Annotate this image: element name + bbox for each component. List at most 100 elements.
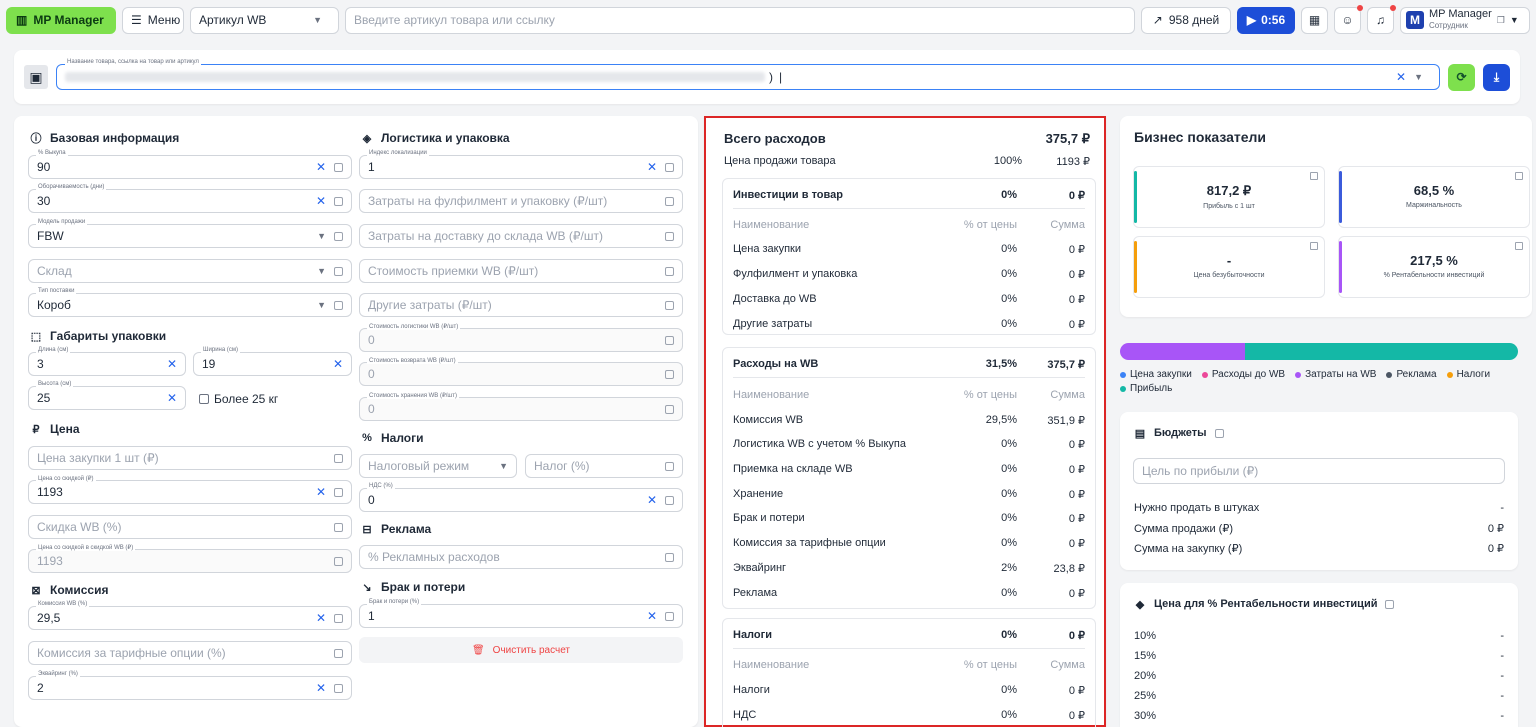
alerts-button[interactable]: ♫: [1367, 4, 1396, 34]
purchase-price-field[interactable]: Цена закупки 1 шт (₽): [28, 446, 352, 470]
table-row: Брак и потери 0% 0 ₽: [733, 512, 1085, 525]
warehouse-select[interactable]: Склад ▼: [28, 259, 352, 283]
legend-label: Расходы до WB: [1211, 369, 1286, 380]
other-costs-placeholder: Другие затраты (₽/шт): [368, 298, 492, 312]
row-pct: 0%: [1001, 537, 1017, 549]
height-field[interactable]: Высота (см) 25 ✕: [28, 381, 186, 410]
acceptance-field[interactable]: Стоимость приемки WB (₽/шт): [359, 259, 683, 283]
expenses-card: Всего расходов 375,7 ₽ Цена продажи това…: [704, 116, 1106, 727]
kpi-value: 817,2 ₽: [1206, 183, 1252, 198]
kpi-margin: 68,5 % Маржинальность: [1338, 166, 1530, 228]
download-button[interactable]: ⤓: [1483, 63, 1510, 91]
wb-discount-price-value: 1193: [37, 554, 63, 568]
search-input[interactable]: Введите артикул товара или ссылку: [345, 6, 1135, 34]
discount-price-value: 1193: [37, 485, 63, 499]
calendar-button[interactable]: ▦: [1301, 6, 1328, 34]
wb-commission-field[interactable]: Комиссия WB (%) 29,5 ✕: [28, 601, 352, 630]
info-icon[interactable]: [1385, 599, 1395, 609]
clear-icon[interactable]: ✕: [1396, 70, 1406, 84]
kpi-value: 217,5 %: [1410, 253, 1458, 268]
business-metrics-card: Бизнес показатели 817,2 ₽ Прибыль с 1 шт …: [1120, 116, 1532, 317]
profit-goal-field[interactable]: Цель по прибыли (₽): [1133, 458, 1505, 484]
refresh-button[interactable]: ⟳: [1448, 63, 1475, 91]
row-name: Хранение: [733, 488, 784, 500]
product-name-blurred: [65, 72, 765, 82]
info-icon[interactable]: [1214, 428, 1224, 438]
business-title-label: Бизнес показатели: [1134, 129, 1267, 145]
row-pct: 0%: [1001, 488, 1017, 500]
logo-button[interactable]: ▥ MP Manager: [6, 6, 116, 34]
product-input[interactable]: Название товара, ссылка на товар или арт…: [56, 59, 1440, 90]
clear-icon[interactable]: ✕: [647, 609, 657, 623]
roi-value: -: [1500, 670, 1504, 682]
video-timer-button[interactable]: ▶ 0:56: [1237, 6, 1295, 34]
chevron-down-icon[interactable]: ▼: [1414, 72, 1423, 82]
loc-index-field[interactable]: Индекс локализации 1 ✕: [359, 150, 683, 179]
tax-placeholder: Налог (%): [534, 459, 590, 473]
chevron-down-icon: ▼: [317, 266, 326, 276]
discount-price-field[interactable]: Цена со скидкой (₽) 1193 ✕: [28, 475, 352, 504]
clear-icon[interactable]: ✕: [316, 194, 326, 208]
product-image: ▣: [24, 65, 48, 89]
clear-icon[interactable]: ✕: [647, 493, 657, 507]
vat-field[interactable]: НДС (%) 0 ✕: [359, 483, 683, 512]
loc-index-value: 1: [368, 160, 375, 174]
clear-calc-button[interactable]: 🗑 Очистить расчет: [359, 637, 683, 663]
calendar-icon: [334, 453, 343, 463]
buyout-field[interactable]: % Выкупа 90 ✕: [28, 150, 352, 179]
wb-commission-label: Комиссия WB (%): [36, 601, 90, 607]
subscription-days[interactable]: ↗ 958 дней: [1141, 6, 1231, 34]
sale-model-select[interactable]: Модель продажи FBW ▼: [28, 219, 352, 248]
width-field[interactable]: Ширина (см) 19 ✕: [193, 347, 352, 376]
calendar-icon: [665, 231, 674, 241]
length-field[interactable]: Длина (см) 3 ✕: [28, 347, 186, 376]
emoji-button[interactable]: ☺: [1334, 4, 1363, 34]
other-costs-field[interactable]: Другие затраты (₽/шт): [359, 293, 683, 317]
turnover-field[interactable]: Оборачиваемость (дни) 30 ✕: [28, 184, 352, 213]
row-sum: 0 ₽: [1068, 538, 1085, 550]
calendar-icon: [334, 648, 343, 658]
clear-icon[interactable]: ✕: [316, 611, 326, 625]
clear-icon[interactable]: ✕: [316, 681, 326, 695]
budget-row: Нужно продать в штуках -: [1134, 502, 1504, 514]
tariff-commission-field[interactable]: Комиссия за тарифные опции (%): [28, 641, 352, 665]
table-row: Приемка на складе WB 0% 0 ₽: [733, 463, 1085, 476]
clear-icon[interactable]: ✕: [316, 485, 326, 499]
acquiring-field[interactable]: Эквайринг (%) 2 ✕: [28, 671, 352, 700]
clear-icon[interactable]: ✕: [647, 160, 657, 174]
fulfilment-field[interactable]: Затраты на фулфилмент и упаковку (₽/шт): [359, 189, 683, 213]
taxes-title: % Налоги: [361, 431, 423, 445]
clear-icon[interactable]: ✕: [167, 391, 177, 405]
supply-type-select[interactable]: Тип поставки Короб ▼: [28, 288, 352, 317]
wb-expenses-group: Расходы на WB 31,5% 375,7 ₽ Наименование % …: [722, 347, 1096, 609]
copy-icon[interactable]: [1515, 242, 1523, 250]
clear-icon[interactable]: ✕: [316, 160, 326, 174]
menu-button[interactable]: ☰ Меню: [122, 6, 184, 34]
copy-icon[interactable]: [1310, 172, 1318, 180]
row-sum: 0 ₽: [1068, 294, 1085, 306]
ads-field[interactable]: % Рекламных расходов: [359, 545, 683, 569]
defects-field[interactable]: Брак и потери (%) 1 ✕: [359, 599, 683, 628]
checkbox-box[interactable]: [199, 394, 209, 404]
delivery-field[interactable]: Затраты на доставку до склада WB (₽/шт): [359, 224, 683, 248]
copy-icon[interactable]: [1515, 172, 1523, 180]
over25-checkbox[interactable]: Более 25 кг: [199, 392, 278, 406]
kpi-accent: [1134, 241, 1137, 293]
menu-label: Меню: [147, 13, 181, 27]
clear-icon[interactable]: ✕: [333, 357, 343, 371]
article-type-select[interactable]: Артикул WB ▼: [190, 6, 339, 34]
tax-regime-select[interactable]: Налоговый режим ▼: [359, 454, 517, 478]
kpi-label: Прибыль с 1 шт: [1203, 203, 1255, 210]
barcode-icon: ▥: [16, 13, 28, 27]
dims-label: Габариты упаковки: [50, 329, 167, 343]
trend-icon: ↗: [1152, 13, 1163, 27]
user-role: Сотрудник: [1429, 21, 1468, 30]
tax-field[interactable]: Налог (%): [525, 454, 683, 478]
table-row: Комиссия WB 29,5% 351,9 ₽: [733, 414, 1085, 427]
days-label: 958 дней: [1168, 13, 1220, 27]
copy-icon[interactable]: [1310, 242, 1318, 250]
wb-discount-field[interactable]: Скидка WB (%): [28, 515, 352, 539]
user-menu[interactable]: M MP Manager Сотрудник ❐ ▼: [1400, 6, 1530, 34]
invest-title: Инвестиции в товар: [733, 189, 843, 201]
clear-icon[interactable]: ✕: [167, 357, 177, 371]
